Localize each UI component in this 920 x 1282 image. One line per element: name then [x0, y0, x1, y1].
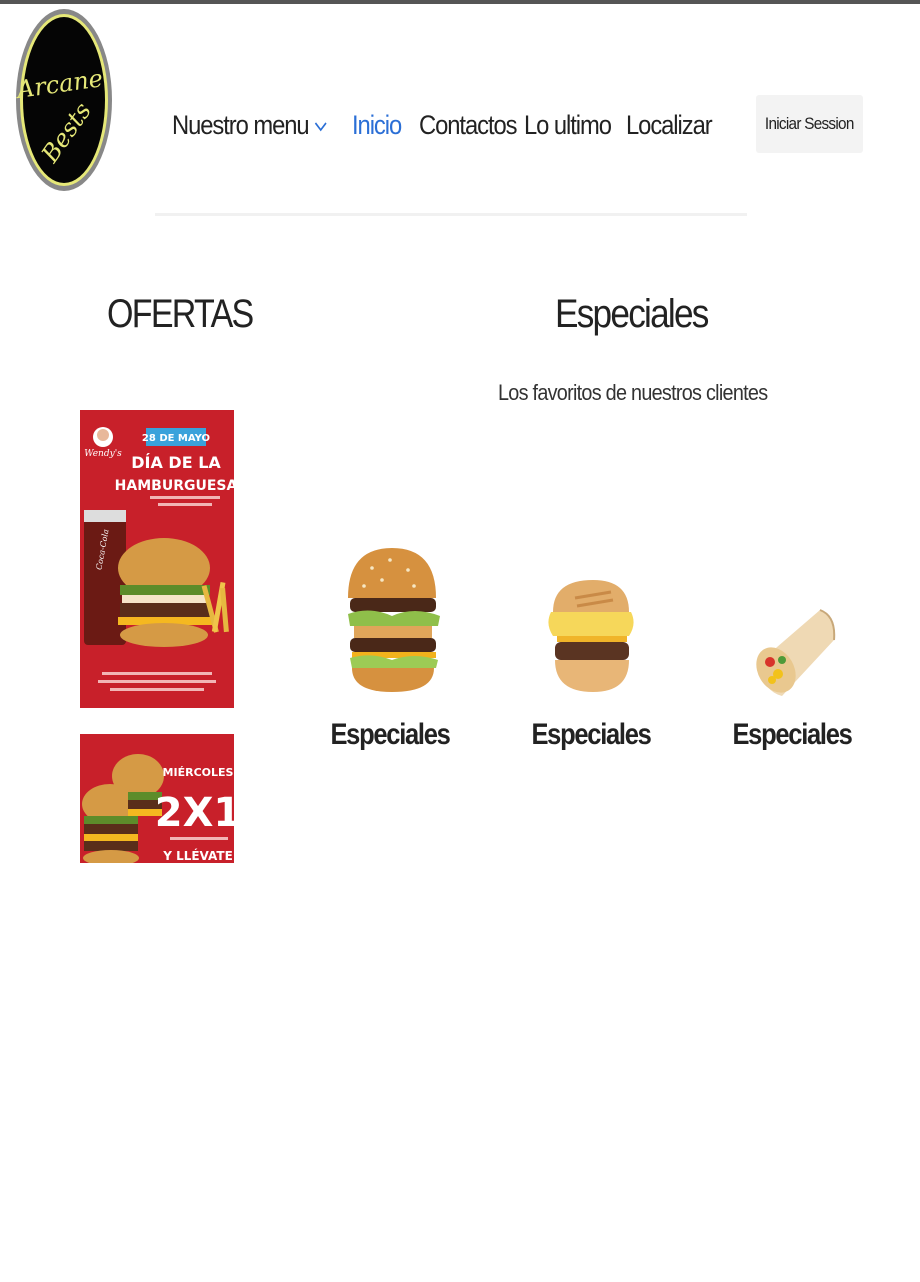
breakfast-sandwich-image [511, 540, 671, 705]
promo1-brand: Wendy's [84, 449, 122, 459]
chevron-down-icon [314, 118, 328, 134]
promo1-date: 28 DE MAYO [142, 433, 210, 444]
nav-item-label: Nuestro menu [172, 110, 310, 140]
nav-item-contactos[interactable]: Contactos [419, 110, 518, 141]
promo1-headline2: HAMBURGUESA [115, 478, 234, 494]
special-card-label: Especiales [531, 718, 651, 751]
promo-banner-hamburguesa[interactable]: Wendy's 28 DE MAYO DÍA DE LA HAMBURGUESA… [80, 410, 234, 708]
login-button[interactable]: Iniciar Session [756, 95, 863, 153]
promo1-headline1: DÍA DE LA [131, 453, 221, 472]
especiales-subtitle: Los favoritos de nuestros clientes [498, 380, 768, 405]
burrito-image [712, 540, 872, 705]
special-card[interactable]: Especiales [712, 540, 872, 770]
special-card-label: Especiales [330, 718, 450, 751]
nav-item-localizar[interactable]: Localizar [626, 110, 713, 141]
ofertas-title: OFERTAS [107, 292, 254, 336]
special-card[interactable]: Especiales [310, 540, 470, 770]
especiales-title: Especiales [555, 292, 709, 336]
top-border [0, 0, 920, 4]
promo-banner-2x1[interactable]: MIÉRCOLES 2X1 Y LLÉVATE [80, 734, 234, 863]
nav-item-lo-ultimo[interactable]: Lo ultimo [524, 110, 612, 141]
nav-item-nuestro-menu[interactable]: Nuestro menu [172, 110, 328, 141]
burger-image [310, 540, 470, 705]
nav-item-inicio[interactable]: Inicio [352, 110, 402, 141]
special-card-label: Especiales [732, 718, 852, 751]
header-divider [155, 213, 747, 216]
special-card[interactable]: Especiales [511, 540, 671, 770]
brand-logo[interactable]: Arcane Bests [15, 7, 113, 193]
login-button-label: Iniciar Session [765, 114, 854, 133]
promo2-tagline: Y LLÉVATE [162, 848, 233, 863]
promo2-deal: 2X1 [155, 790, 234, 836]
promo2-day: MIÉRCOLES [163, 766, 234, 779]
